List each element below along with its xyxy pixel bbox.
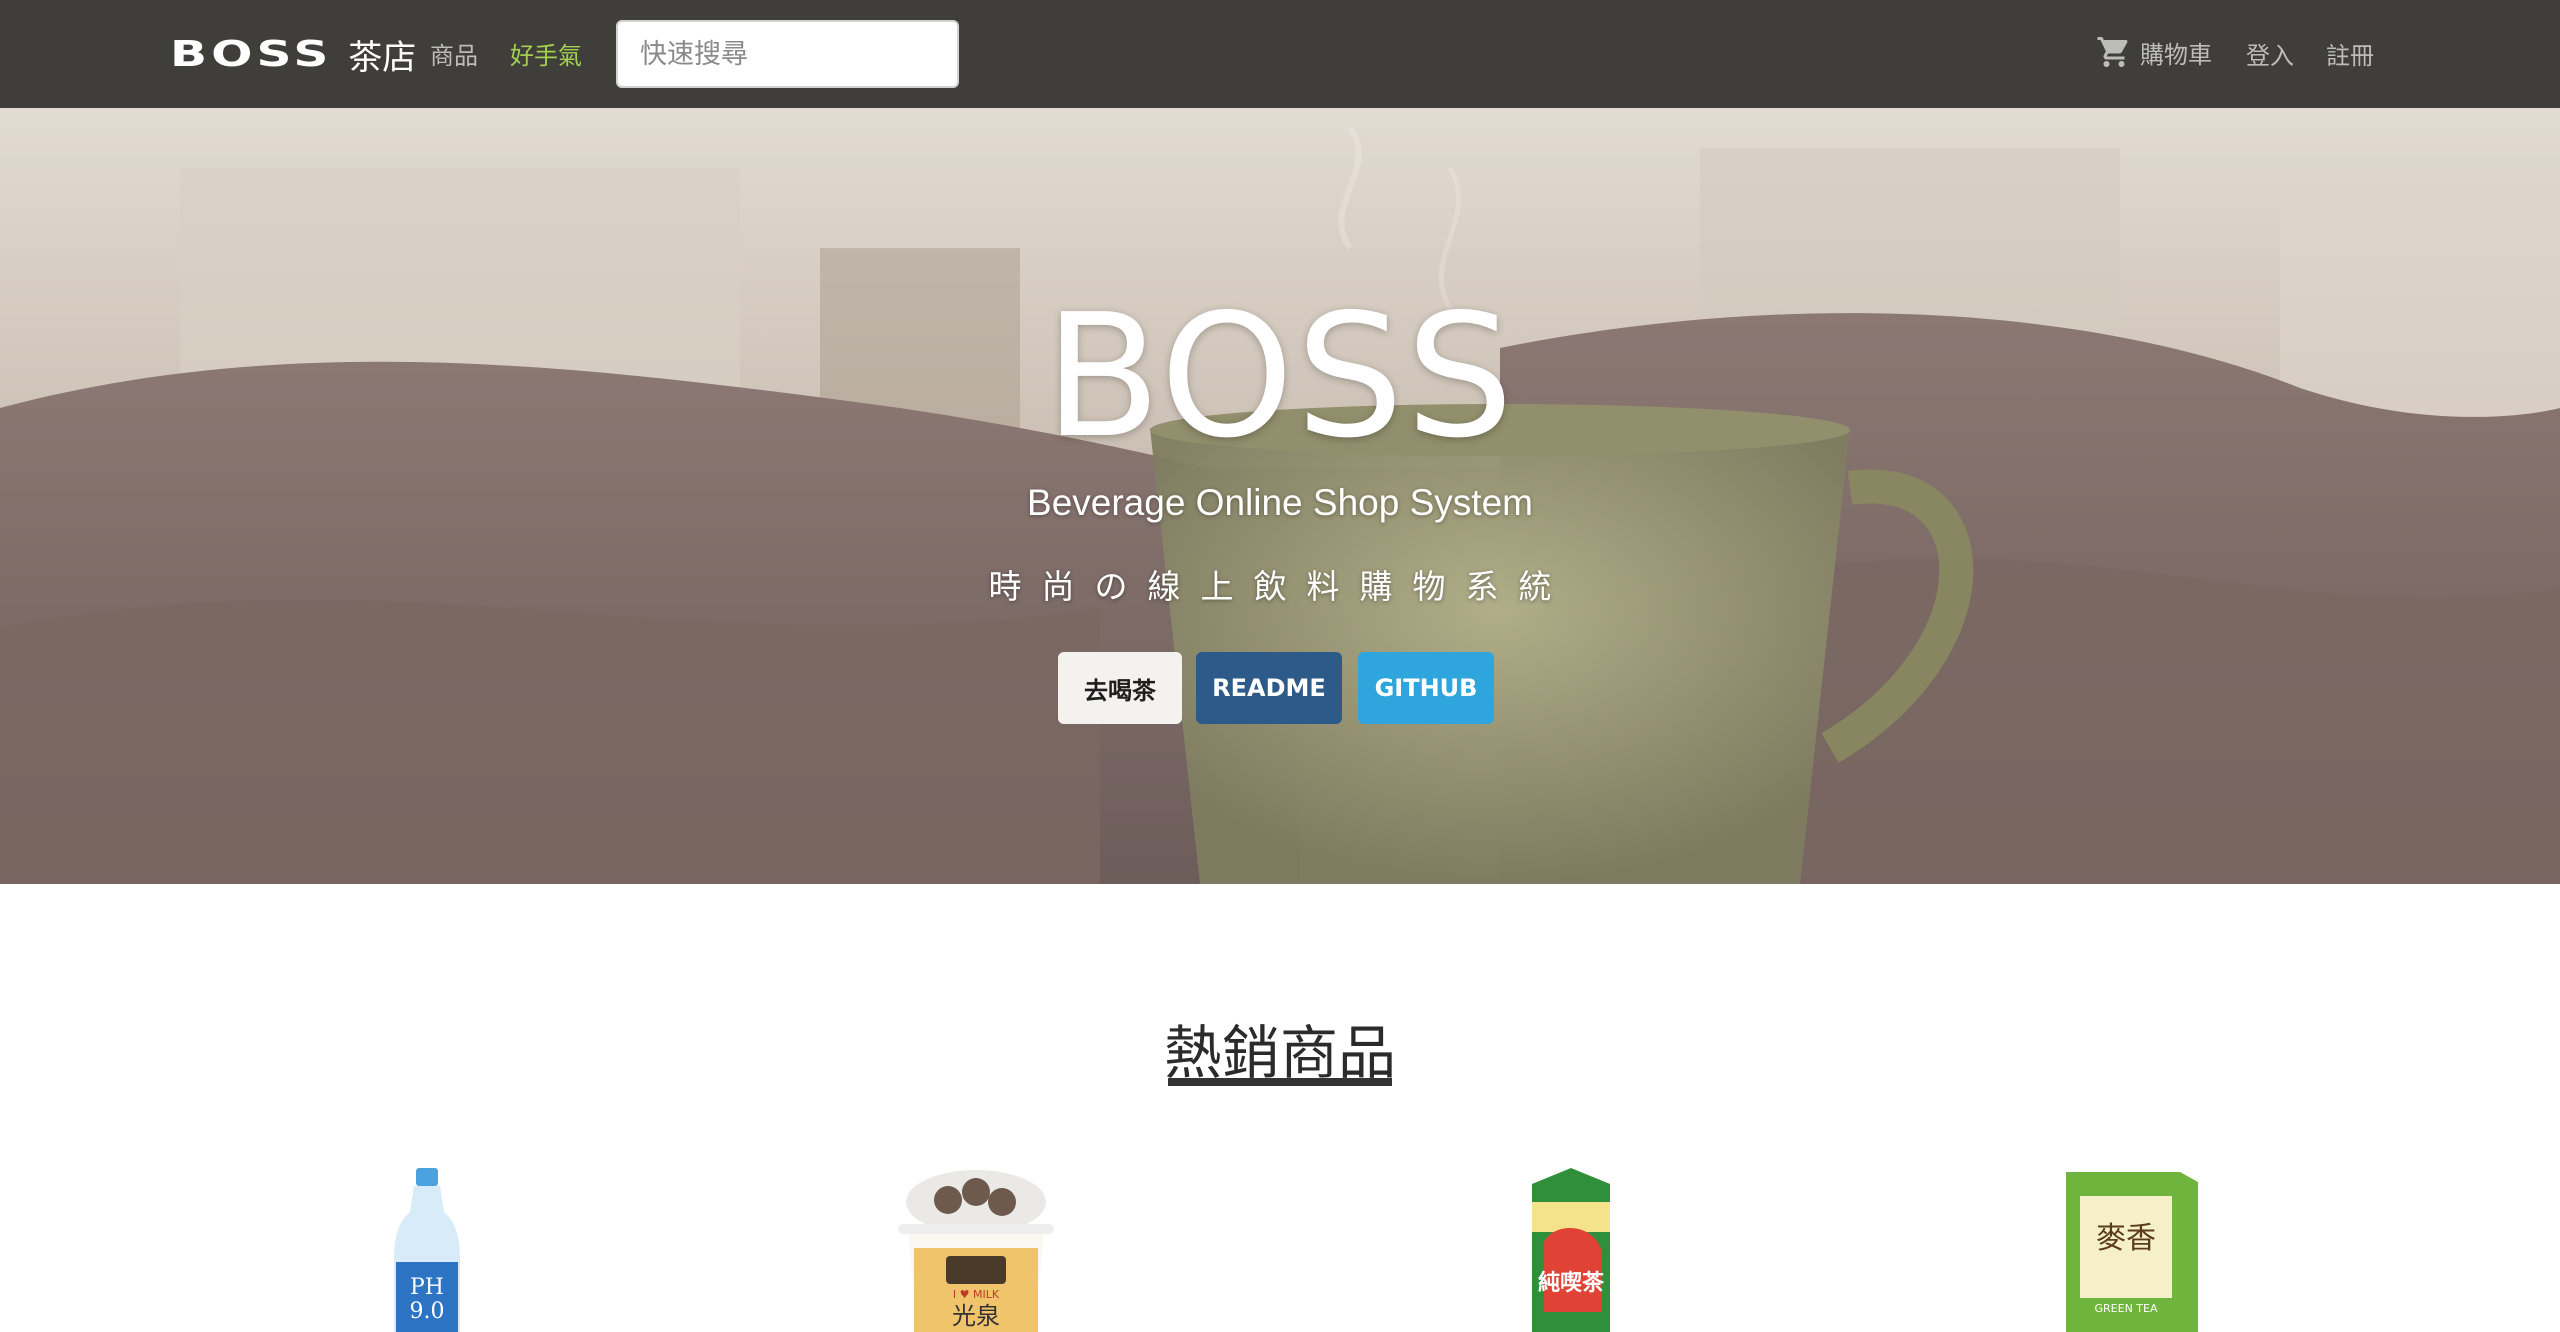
green-tea-carton-image: 麥香 GREEN TEA bbox=[2066, 1172, 2198, 1332]
product-label: 純喫茶 bbox=[1538, 1270, 1605, 1296]
product-card[interactable]: I ♥ MILK 光泉 bbox=[868, 1162, 1084, 1332]
hero-subtitle: Beverage Online Shop System bbox=[1027, 482, 1533, 523]
hero-banner: BOSS Beverage Online Shop System 時尚の線上飲料… bbox=[0, 108, 2560, 884]
product-sublabel: GREEN TEA bbox=[2095, 1302, 2158, 1315]
brand-logo[interactable]: BOSS bbox=[170, 34, 332, 75]
top-navbar: BOSS 茶店 商品 好手氣 購物車 登入 註冊 bbox=[0, 0, 2560, 108]
nav-link-products[interactable]: 商品 bbox=[430, 36, 478, 71]
cart-link[interactable]: 購物車 bbox=[2096, 34, 2212, 70]
github-button[interactable]: GITHUB bbox=[1358, 652, 1494, 724]
login-link[interactable]: 登入 bbox=[2246, 36, 2294, 71]
milk-cup-image: I ♥ MILK 光泉 bbox=[898, 1170, 1054, 1332]
product-label: PH bbox=[410, 1275, 444, 1300]
search-input[interactable] bbox=[616, 20, 959, 88]
brand[interactable]: BOSS 茶店 bbox=[170, 30, 416, 78]
cart-icon bbox=[2097, 37, 2128, 67]
product-card[interactable]: 純喫茶 bbox=[1524, 1162, 1618, 1332]
readme-button[interactable]: README bbox=[1196, 652, 1342, 724]
hero-tagline: 時尚の線上飲料購物系統 bbox=[988, 567, 1572, 606]
product-sublabel: 9.0 bbox=[410, 1299, 445, 1324]
register-link[interactable]: 註冊 bbox=[2326, 36, 2374, 71]
water-bottle-image: PH 9.0 bbox=[394, 1168, 460, 1332]
tea-carton-image: 純喫茶 bbox=[1532, 1168, 1610, 1332]
cart-label: 購物車 bbox=[2140, 40, 2212, 69]
section-underline bbox=[1168, 1078, 1392, 1086]
product-label: 麥香 bbox=[2096, 1221, 2156, 1256]
go-tea-button[interactable]: 去喝茶 bbox=[1058, 652, 1182, 724]
product-card[interactable]: 麥香 GREEN TEA bbox=[2062, 1162, 2202, 1332]
product-card[interactable]: PH 9.0 bbox=[392, 1162, 462, 1332]
brand-name[interactable]: 茶店 bbox=[348, 30, 416, 79]
hero-title: BOSS bbox=[1044, 278, 1516, 476]
product-label: I ♥ MILK bbox=[953, 1288, 1000, 1301]
product-sublabel: 光泉 bbox=[952, 1302, 1000, 1330]
nav-link-lucky[interactable]: 好手氣 bbox=[510, 36, 582, 71]
